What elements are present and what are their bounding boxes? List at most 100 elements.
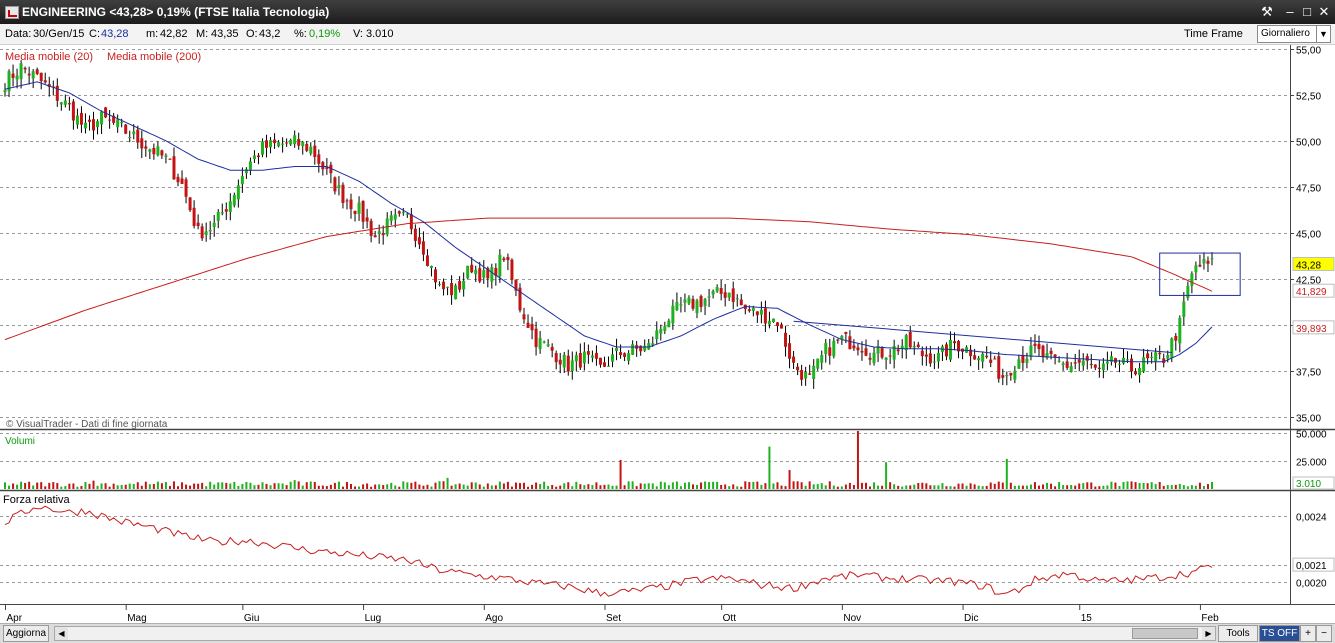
scroll-thumb[interactable]	[1132, 628, 1198, 639]
volume-bar	[1190, 485, 1193, 489]
candle-down	[297, 139, 301, 146]
volume-bar	[724, 484, 727, 489]
volume-bar	[486, 483, 489, 489]
candle-down	[1158, 352, 1162, 355]
volume-bar	[905, 485, 908, 489]
volume-bar	[1110, 481, 1113, 489]
minus-icon[interactable]: −	[1316, 625, 1332, 642]
candle-up	[687, 297, 691, 304]
candle-down	[87, 119, 91, 122]
volume-bar	[84, 481, 87, 489]
volume-bar	[997, 481, 1000, 489]
volume-bar	[1082, 483, 1085, 489]
volume-bar	[450, 485, 453, 489]
volume-bar	[458, 483, 461, 489]
data-credit: © VisualTrader - Dati di fine giornata	[6, 419, 168, 430]
volume-bar	[1178, 483, 1181, 489]
volume-bar	[543, 481, 546, 489]
candle-down	[152, 147, 156, 155]
candle-down	[196, 222, 200, 227]
volume-bar	[752, 481, 755, 489]
candle-up	[1025, 358, 1029, 363]
candle-up	[1061, 363, 1065, 366]
volume-bar	[873, 482, 876, 489]
candle-up	[679, 304, 683, 306]
volume-bar	[611, 485, 614, 489]
candle-up	[1142, 357, 1146, 372]
volume-bar	[24, 482, 27, 489]
candle-down	[598, 357, 602, 365]
candle-up	[570, 360, 574, 372]
volume-bar	[168, 485, 171, 489]
volume-bar	[44, 486, 47, 489]
scroll-left-icon[interactable]: ◀	[55, 627, 68, 640]
volume-bar	[840, 486, 843, 489]
volume-bar	[603, 484, 606, 489]
candle-down	[506, 256, 510, 261]
volume-bar	[277, 483, 280, 489]
volume-bar	[1058, 482, 1061, 489]
candle-up	[607, 365, 610, 367]
volume-bar	[933, 485, 936, 489]
candle-down	[602, 362, 606, 367]
price-tick-label: 50,00	[1296, 138, 1321, 149]
volume-bar	[816, 484, 819, 489]
candle-down	[924, 354, 928, 357]
volume-bar	[104, 483, 107, 489]
volume-bar	[490, 485, 493, 489]
volume-bar	[985, 485, 988, 489]
volume-bar	[261, 482, 264, 489]
candle-up	[816, 358, 820, 369]
candle-down	[1021, 355, 1025, 363]
candle-down	[739, 299, 743, 306]
candle-up	[695, 300, 699, 313]
candle-up	[707, 296, 711, 298]
candle-up	[884, 357, 888, 361]
candle-up	[301, 141, 305, 147]
volume-bar	[321, 485, 324, 489]
candle-down	[67, 103, 71, 105]
candle-down	[530, 324, 534, 331]
volume-bar	[249, 482, 252, 489]
horizontal-scrollbar[interactable]: ◀ ▶	[54, 626, 1216, 641]
candle-up	[1178, 317, 1182, 344]
candle-up	[981, 353, 985, 362]
candle-down	[723, 292, 727, 298]
plus-icon[interactable]: +	[1300, 625, 1316, 642]
candle-down	[731, 288, 735, 302]
tools-button[interactable]: Tools	[1218, 625, 1258, 642]
volume-bar	[848, 482, 851, 489]
volume-bar	[744, 481, 747, 489]
volume-bar	[700, 482, 703, 489]
volume-bar	[269, 485, 272, 489]
volume-bar	[732, 484, 735, 489]
volume-bar	[945, 486, 948, 489]
volume-bar	[792, 481, 795, 489]
ts-off-button[interactable]: TS OFF	[1259, 625, 1300, 642]
candle-down	[92, 119, 96, 131]
candle-up	[248, 161, 252, 170]
candle-down	[860, 351, 864, 353]
candle-down	[421, 241, 425, 255]
volume-bar	[418, 484, 421, 489]
volume-bar	[764, 483, 767, 489]
volume-bar	[780, 485, 783, 489]
scroll-right-icon[interactable]: ▶	[1202, 627, 1215, 640]
candle-up	[631, 344, 635, 355]
volume-bar	[108, 486, 111, 489]
refresh-button[interactable]: Aggiorna	[3, 625, 49, 642]
candle-up	[269, 140, 273, 148]
volume-bar	[1017, 485, 1020, 489]
volume-bar	[100, 483, 103, 489]
volume-bar	[92, 480, 95, 489]
volume-bar	[1114, 482, 1117, 489]
volume-bar	[631, 481, 634, 489]
candle-down	[369, 220, 373, 236]
legend-ma200: Media mobile (200)	[107, 51, 201, 63]
volume-bar	[957, 483, 960, 489]
candle-up	[75, 115, 79, 125]
candle-up	[872, 352, 876, 364]
candle-up	[446, 286, 450, 288]
volume-bar	[217, 482, 220, 489]
candle-down	[140, 138, 144, 149]
